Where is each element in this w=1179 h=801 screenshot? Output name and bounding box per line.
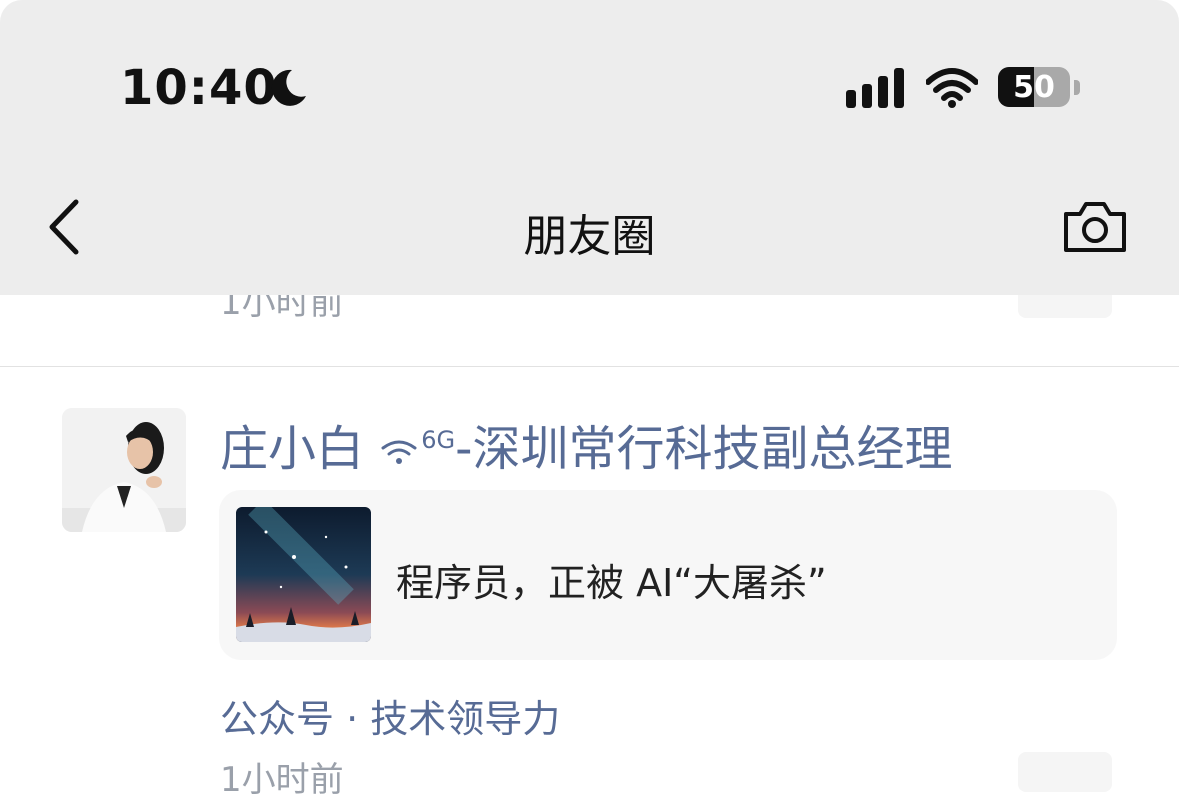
top-header: 10:40 50 朋友圈 bbox=[0, 0, 1179, 295]
avatar-portrait-image bbox=[62, 408, 186, 532]
signal-icon bbox=[846, 68, 904, 108]
shared-article-card[interactable]: 程序员，正被 AI“大屠杀” bbox=[219, 490, 1117, 660]
wifi-badge-icon bbox=[381, 440, 417, 464]
page-title: 朋友圈 bbox=[523, 211, 656, 262]
article-thumbnail bbox=[236, 507, 371, 642]
author-badge-sup: 6G bbox=[421, 426, 456, 454]
article-title: 程序员，正被 AI“大屠杀” bbox=[396, 561, 827, 605]
article-source-link[interactable]: 公众号 · 技术领导力 bbox=[220, 688, 560, 743]
post-time: 1小时前 bbox=[220, 760, 344, 800]
camera-icon[interactable] bbox=[1062, 200, 1128, 254]
avatar[interactable] bbox=[62, 408, 186, 532]
wifi-icon bbox=[926, 68, 978, 108]
status-time: 10:40 bbox=[120, 60, 278, 116]
night-sky-image bbox=[236, 507, 371, 642]
moon-icon bbox=[271, 69, 306, 106]
post-author[interactable]: 庄小白 6G-深圳常行科技副总经理 bbox=[220, 410, 952, 479]
author-suffix: -深圳常行科技副总经理 bbox=[455, 421, 953, 477]
battery-tip bbox=[1074, 80, 1080, 95]
author-name: 庄小白 bbox=[220, 421, 365, 477]
post-divider bbox=[0, 366, 1179, 367]
post-more-button[interactable] bbox=[1018, 752, 1112, 792]
battery-icon: 50 bbox=[998, 67, 1070, 107]
battery-level-text: 50 bbox=[1013, 69, 1055, 105]
